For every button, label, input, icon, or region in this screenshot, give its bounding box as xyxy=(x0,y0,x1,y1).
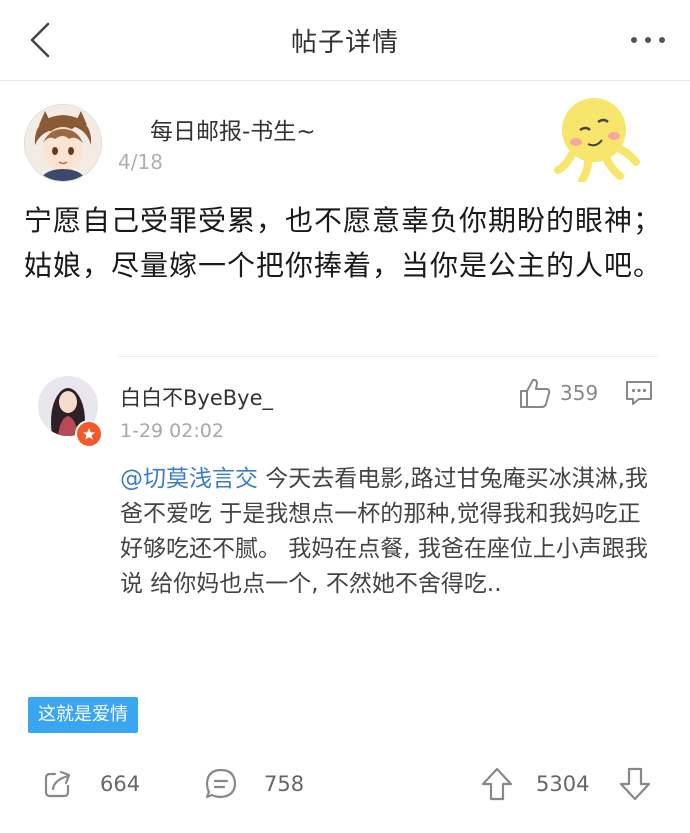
post-date: 4/18 xyxy=(118,150,163,174)
commenter-username[interactable]: 白白不ByeBye_ xyxy=(120,382,273,412)
top-nav-bar: 帖子详情 xyxy=(0,0,690,81)
topic-tag[interactable]: 这就是爱情 xyxy=(28,697,138,733)
comment-icon xyxy=(205,768,237,799)
reply-button[interactable] xyxy=(624,378,654,408)
vote-count: 5304 xyxy=(536,772,590,796)
arrow-down-icon xyxy=(619,767,651,801)
like-button[interactable] xyxy=(518,376,552,410)
thumbs-up-icon xyxy=(520,378,551,408)
page-title: 帖子详情 xyxy=(290,28,399,58)
like-count: 359 xyxy=(560,381,599,405)
downvote-button[interactable] xyxy=(618,766,652,802)
comment-bubble-icon xyxy=(626,381,652,405)
comment-button[interactable]: 758 xyxy=(204,766,304,802)
emoji-sticker-icon xyxy=(550,92,640,182)
upvote-button[interactable] xyxy=(480,766,514,802)
verified-badge-icon xyxy=(75,420,103,448)
arrow-up-icon xyxy=(481,767,513,801)
more-dots-icon xyxy=(631,37,665,43)
share-icon xyxy=(44,770,71,798)
divider xyxy=(118,356,658,357)
share-count: 664 xyxy=(100,772,141,796)
comment-count: 758 xyxy=(264,772,305,796)
author-avatar[interactable] xyxy=(24,104,102,182)
post-author-name[interactable]: 每日邮报-书生~ xyxy=(150,112,316,146)
mention-link[interactable]: @切莫浅言交 xyxy=(120,466,258,492)
comment-timestamp: 1-29 02:02 xyxy=(120,420,224,442)
post-body-text: 宁愿自己受罪受累，也不愿意辜负你期盼的眼神；姑娘，尽量嫁一个把你捧着，当你是公主… xyxy=(24,204,663,282)
comment-text: @切莫浅言交 今天去看电影,路过甘兔庵买冰淇淋,我爸不爱吃 于是我想点一杯的那种… xyxy=(120,462,660,602)
share-button[interactable]: 664 xyxy=(42,766,140,802)
more-options-button[interactable] xyxy=(628,24,668,56)
